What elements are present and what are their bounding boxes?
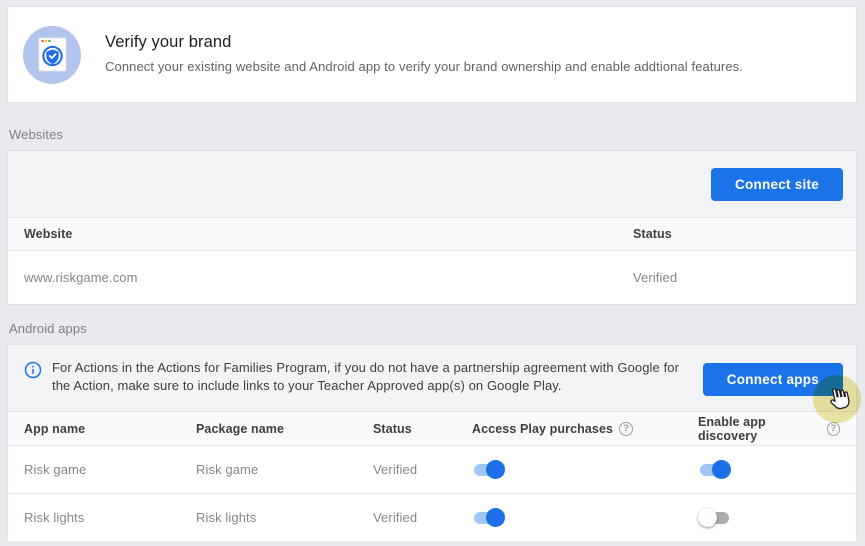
websites-card: Connect site Website Status www.riskgame…: [7, 150, 857, 305]
website-status-cell: Verified: [633, 270, 840, 285]
page-description: Connect your existing website and Androi…: [105, 59, 743, 74]
access-play-purchases-label: Access Play purchases: [472, 422, 613, 436]
android-apps-card: For Actions in the Actions for Families …: [7, 344, 857, 540]
toggle-knob: [712, 460, 731, 479]
app-name-cell: Risk lights: [24, 510, 196, 525]
toggle-knob: [698, 508, 717, 527]
access-play-purchases-toggle[interactable]: [472, 508, 505, 528]
android-col-enable-app-discovery: Enable app discovery ?: [698, 415, 840, 443]
enable-app-discovery-label: Enable app discovery: [698, 415, 821, 443]
package-name-cell: Risk lights: [196, 510, 373, 525]
verify-brand-header-card: Verify your brand Connect your existing …: [7, 6, 857, 103]
connect-apps-button[interactable]: Connect apps: [703, 363, 843, 396]
android-col-package-name: Package name: [196, 422, 373, 436]
android-table-header: App name Package name Status Access Play…: [8, 411, 856, 446]
brand-badge-icon: [23, 26, 81, 84]
android-col-app-name: App name: [24, 422, 196, 436]
websites-col-status: Status: [633, 227, 840, 241]
verify-brand-page: { "header": { "title": "Verify your bran…: [0, 0, 865, 546]
header-text-block: Verify your brand Connect your existing …: [105, 33, 743, 76]
app-status-cell: Verified: [373, 462, 472, 477]
websites-table-header: Website Status: [8, 217, 856, 251]
android-app-row: Risk game Risk game Verified: [8, 446, 856, 493]
android-app-row: Risk lights Risk lights Verified: [8, 493, 856, 541]
android-col-access-play-purchases: Access Play purchases ?: [472, 422, 698, 436]
toggle-knob: [486, 508, 505, 527]
app-status-cell: Verified: [373, 510, 472, 525]
websites-col-website: Website: [24, 227, 633, 241]
app-name-cell: Risk game: [24, 462, 196, 477]
package-name-cell: Risk game: [196, 462, 373, 477]
page-title: Verify your brand: [105, 33, 743, 52]
connect-site-button[interactable]: Connect site: [711, 168, 843, 201]
website-cell: www.riskgame.com: [24, 270, 633, 285]
toggle-knob: [486, 460, 505, 479]
families-program-info-text: For Actions in the Actions for Families …: [52, 359, 700, 395]
android-col-status: Status: [373, 422, 472, 436]
info-icon: [24, 361, 42, 379]
enable-app-discovery-toggle[interactable]: [698, 460, 731, 480]
websites-toolbar: Connect site: [8, 151, 856, 217]
help-icon[interactable]: ?: [827, 422, 840, 436]
help-icon[interactable]: ?: [619, 422, 633, 436]
android-info-banner: For Actions in the Actions for Families …: [8, 345, 856, 411]
website-table-row: www.riskgame.com Verified: [8, 251, 856, 303]
access-play-purchases-toggle[interactable]: [472, 460, 505, 480]
websites-section-label: Websites: [9, 127, 63, 142]
enable-app-discovery-toggle[interactable]: [698, 508, 731, 528]
android-apps-section-label: Android apps: [9, 321, 87, 336]
